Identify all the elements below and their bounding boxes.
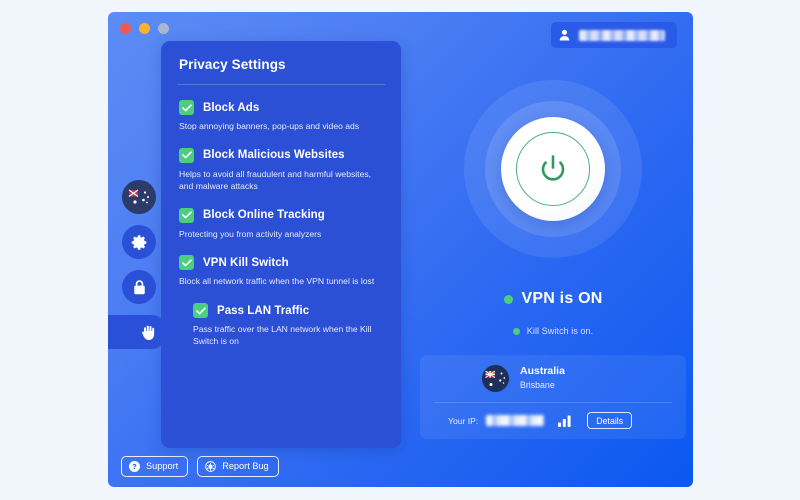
setting-description: Protecting you from activity analyzers bbox=[179, 228, 322, 239]
setting-block-online-tracking: Block Online Tracking Protecting you fro… bbox=[177, 207, 385, 241]
setting-label: Block Ads bbox=[203, 101, 260, 114]
details-button[interactable]: Details bbox=[587, 412, 633, 429]
power-glow-outer bbox=[464, 80, 642, 258]
setting-description: Pass traffic over the LAN network when t… bbox=[193, 324, 372, 347]
minimize-window-button[interactable] bbox=[139, 23, 150, 34]
ip-row: Your IP: Details bbox=[434, 412, 672, 429]
question-circle-icon: ? bbox=[129, 460, 140, 472]
setting-block-malicious-websites: Block Malicious Websites Helps to avoid … bbox=[177, 147, 385, 193]
report-bug-button[interactable]: Report Bug bbox=[197, 455, 279, 477]
power-ring bbox=[516, 132, 590, 206]
report-bug-button-label: Report Bug bbox=[222, 461, 269, 471]
lock-icon bbox=[132, 279, 147, 296]
killswitch-dot-icon bbox=[512, 327, 520, 335]
account-name-redacted bbox=[579, 29, 665, 41]
privacy-settings-panel: Privacy Settings Block Ads Stop annoying… bbox=[161, 41, 401, 448]
power-glow-inner bbox=[485, 101, 621, 237]
divider bbox=[177, 84, 385, 85]
sidebar-item-location[interactable] bbox=[122, 180, 156, 214]
vpn-status: VPN is ON bbox=[413, 290, 693, 308]
page-title: Privacy Settings bbox=[179, 57, 286, 72]
signal-bars-icon bbox=[558, 415, 573, 427]
status-dot-icon bbox=[503, 294, 513, 304]
setting-label: Block Malicious Websites bbox=[203, 149, 345, 162]
checkbox-block-online-tracking[interactable] bbox=[179, 207, 194, 223]
power-icon bbox=[535, 151, 571, 187]
killswitch-text: Kill Switch is on. bbox=[526, 326, 594, 336]
connection-card: Australia Brisbane Your IP: Details bbox=[420, 355, 686, 439]
setting-description: Stop annoying banners, pop-ups and video… bbox=[179, 121, 360, 131]
hand-icon bbox=[141, 323, 157, 341]
checkbox-block-malicious-websites[interactable] bbox=[179, 147, 194, 163]
titlebar bbox=[108, 12, 693, 52]
checkbox-pass-lan-traffic[interactable] bbox=[193, 303, 208, 319]
sidebar-rail bbox=[108, 180, 172, 349]
killswitch-status: Kill Switch is on. bbox=[413, 326, 693, 336]
maximize-window-button[interactable] bbox=[158, 23, 169, 34]
server-city: Brisbane bbox=[520, 379, 555, 390]
status-text: VPN is ON bbox=[521, 290, 603, 307]
sidebar-item-settings[interactable] bbox=[122, 225, 156, 259]
ip-value-redacted bbox=[486, 415, 545, 426]
setting-description: Block all network traffic when the VPN t… bbox=[179, 276, 375, 287]
checkbox-vpn-kill-switch[interactable] bbox=[179, 255, 194, 271]
close-window-button[interactable] bbox=[120, 23, 131, 34]
app-window: Privacy Settings Block Ads Stop annoying… bbox=[108, 12, 693, 487]
server-country: Australia bbox=[520, 365, 565, 378]
setting-label: VPN Kill Switch bbox=[203, 256, 289, 269]
server-info[interactable]: Australia Brisbane bbox=[434, 365, 672, 392]
sidebar-item-security[interactable] bbox=[122, 270, 156, 304]
account-button[interactable] bbox=[551, 22, 677, 48]
setting-label: Block Online Tracking bbox=[203, 209, 325, 222]
checkbox-block-ads[interactable] bbox=[179, 100, 194, 115]
globe-location-icon bbox=[122, 180, 156, 214]
setting-block-ads: Block Ads Stop annoying banners, pop-ups… bbox=[177, 100, 385, 133]
support-button-label: Support bbox=[146, 461, 179, 471]
bug-circle-icon bbox=[205, 460, 217, 472]
setting-pass-lan-traffic: Pass LAN Traffic Pass traffic over the L… bbox=[177, 303, 385, 348]
ip-label: Your IP: bbox=[448, 415, 479, 426]
gear-icon bbox=[131, 234, 148, 251]
power-button[interactable] bbox=[501, 117, 605, 221]
sidebar-item-privacy[interactable] bbox=[108, 315, 168, 349]
bottom-bar: ? Support Report Bug bbox=[108, 445, 693, 487]
server-text: Australia Brisbane bbox=[520, 365, 565, 391]
setting-vpn-kill-switch: VPN Kill Switch Block all network traffi… bbox=[177, 255, 385, 288]
person-icon bbox=[559, 29, 570, 41]
svg-text:?: ? bbox=[132, 462, 137, 471]
setting-description: Helps to avoid all fraudulent and harmfu… bbox=[179, 168, 372, 191]
connection-area: VPN is ON Kill Switch is on. Australia B… bbox=[413, 52, 693, 447]
australia-flag-icon bbox=[482, 365, 509, 392]
divider bbox=[434, 402, 672, 403]
window-controls bbox=[120, 23, 169, 34]
support-button[interactable]: ? Support bbox=[121, 455, 189, 477]
setting-label: Pass LAN Traffic bbox=[217, 304, 310, 317]
